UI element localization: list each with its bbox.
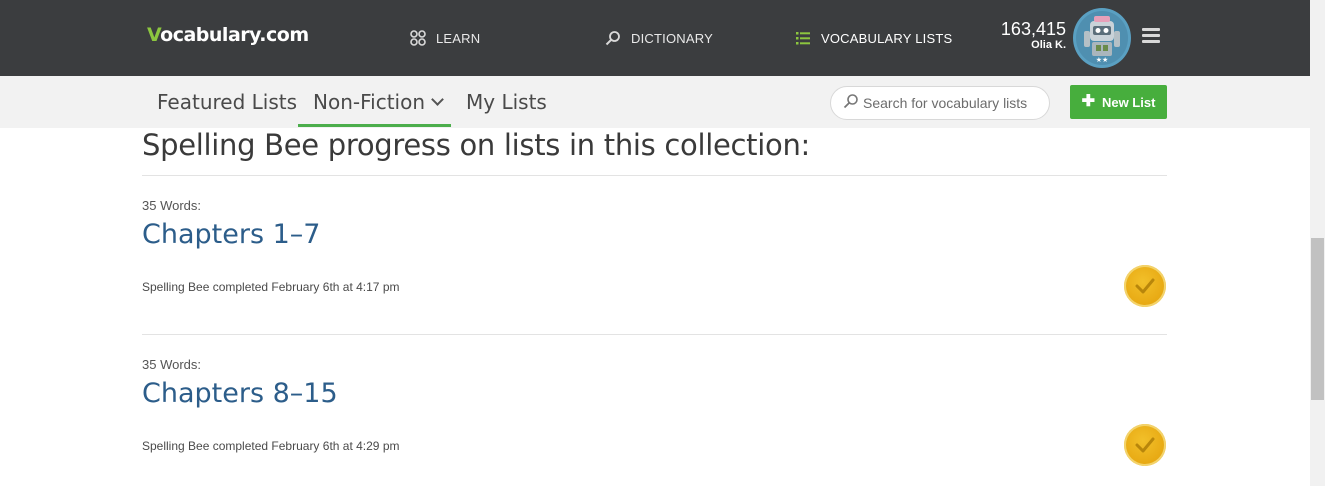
divider — [142, 334, 1167, 335]
list-item: 35 Words: Chapters 1–7 Spelling Bee comp… — [142, 198, 1167, 318]
search-icon — [604, 29, 622, 47]
user-name: Olia K. — [1031, 39, 1066, 51]
spelling-bee-status: Spelling Bee completed February 6th at 4… — [142, 280, 400, 294]
grid-icon — [409, 29, 427, 47]
scrollbar-thumb[interactable] — [1311, 238, 1324, 400]
page-heading: Spelling Bee progress on lists in this c… — [142, 128, 811, 162]
nav-vocabulary-lists[interactable]: VOCABULARY LISTS — [794, 28, 952, 48]
divider — [142, 175, 1167, 176]
word-count: 35 Words: — [142, 198, 202, 213]
chevron-down-icon — [431, 93, 444, 106]
new-list-label: New List — [1101, 94, 1156, 110]
tab-featured-lists[interactable]: Featured Lists — [157, 90, 297, 114]
tab-non-fiction[interactable]: Non-Fiction — [313, 90, 444, 114]
tab-non-fiction-label: Non-Fiction — [313, 90, 426, 114]
avatar-stars: ★★ — [1095, 57, 1109, 64]
nav-learn-label: LEARN — [436, 30, 481, 46]
hamburger-menu-icon[interactable] — [1142, 28, 1160, 44]
vocabulary-logo[interactable]: Vocabulary.com — [147, 24, 309, 46]
new-list-button[interactable]: ✚ New List — [1070, 85, 1167, 119]
search-icon — [843, 93, 859, 114]
user-points[interactable]: 163,415 Olia K. — [996, 19, 1066, 51]
points-count: 163,415 — [1000, 19, 1066, 39]
search-box[interactable] — [830, 86, 1050, 120]
list-item: 35 Words: Chapters 8–15 Spelling Bee com… — [142, 357, 1167, 477]
list-title-link[interactable]: Chapters 8–15 — [142, 378, 1167, 409]
completed-badge-icon — [1124, 265, 1166, 307]
nav-vocabulary-lists-label: VOCABULARY LISTS — [821, 30, 953, 46]
active-tab-indicator — [298, 124, 451, 127]
avatar[interactable]: ★★ — [1073, 8, 1131, 68]
completed-badge-icon — [1124, 424, 1166, 466]
nav-dictionary[interactable]: DICTIONARY — [604, 28, 713, 48]
nav-learn[interactable]: LEARN — [409, 28, 480, 48]
nav-dictionary-label: DICTIONARY — [631, 30, 713, 46]
top-header: Vocabulary.com LEARN DICTIONARY VOCABULA… — [0, 0, 1310, 76]
plus-icon: ✚ — [1081, 93, 1095, 110]
list-icon — [794, 29, 812, 47]
spelling-bee-status: Spelling Bee completed February 6th at 4… — [142, 439, 400, 453]
sub-navigation: Featured Lists Non-Fiction My Lists ✚ Ne… — [0, 76, 1310, 128]
list-title-link[interactable]: Chapters 1–7 — [142, 219, 1167, 250]
word-count: 35 Words: — [142, 357, 202, 372]
search-input[interactable] — [863, 95, 1043, 111]
tab-my-lists[interactable]: My Lists — [466, 90, 547, 114]
